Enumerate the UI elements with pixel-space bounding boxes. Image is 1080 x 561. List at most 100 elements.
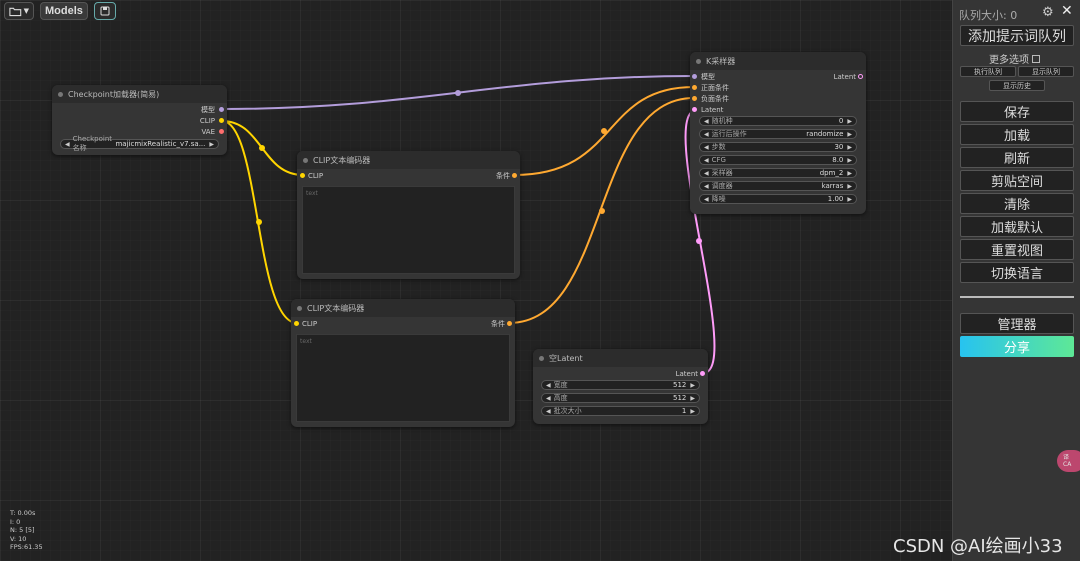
input-clip-socket[interactable] <box>300 173 305 178</box>
input-positive-socket[interactable] <box>692 85 697 90</box>
clipspace-button[interactable]: 剪贴空间 <box>960 170 1074 191</box>
decrement-arrow-icon[interactable]: ◀ <box>546 395 551 402</box>
stat-time: T: 0.00s <box>10 509 36 517</box>
save-workflow-button[interactable] <box>93 2 116 20</box>
decrement-arrow-icon[interactable]: ◀ <box>704 131 709 138</box>
workflow-menu-button[interactable]: ▼ <box>4 2 34 20</box>
batch-size-widget[interactable]: ◀ 批次大小 1 ▶ <box>541 406 700 416</box>
models-button[interactable]: Models <box>40 2 88 20</box>
widget-label: 调度器 <box>711 182 733 190</box>
load-button[interactable]: 加载 <box>960 124 1074 145</box>
reset-view-button[interactable]: 重置视图 <box>960 239 1074 260</box>
output-latent-socket[interactable] <box>700 371 705 376</box>
queue-actions-row: 执行队列 显示队列 <box>960 66 1074 77</box>
sampler-widget[interactable]: ◀ 采样器 dpm_2 ▶ <box>699 168 857 178</box>
prompt-textarea[interactable]: text <box>296 334 510 422</box>
empty-latent-node[interactable]: 空Latent Latent ◀ 宽度 512 ▶ ◀ 高度 512 ▶ ◀ 批… <box>533 349 708 424</box>
checkpoint-name-widget[interactable]: ◀ Checkpoint名称 majicmixRealistic_v7.sa..… <box>60 135 219 152</box>
show-queue-button[interactable]: 显示队列 <box>1018 66 1074 77</box>
decrement-arrow-icon[interactable]: ◀ <box>704 196 709 203</box>
decrement-arrow-icon[interactable]: ◀ <box>704 157 709 164</box>
output-conditioning-socket[interactable] <box>507 321 512 326</box>
increment-arrow-icon[interactable]: ▶ <box>847 157 852 164</box>
ksampler-node[interactable]: K采样器 模型 Latent 正面条件 负面条件 Latent ◀ 随机种 0 … <box>690 52 866 214</box>
node-title: CLIP文本编码器 <box>297 151 520 169</box>
control-after-generate-widget[interactable]: ◀ 运行后操作 randomize ▶ <box>699 129 857 139</box>
decrement-arrow-icon[interactable]: ◀ <box>704 144 709 151</box>
close-icon[interactable]: ✕ <box>1061 3 1073 19</box>
cfg-widget[interactable]: ◀ CFG 8.0 ▶ <box>699 155 857 165</box>
clip-text-encode-node-1[interactable]: CLIP文本编码器 CLIP 条件 text <box>297 151 520 279</box>
link-clip-1 <box>221 120 304 176</box>
input-clip-label: CLIP <box>308 172 324 180</box>
decrement-arrow-icon[interactable]: ◀ <box>704 183 709 190</box>
increment-arrow-icon[interactable]: ▶ <box>690 408 695 415</box>
decrement-arrow-icon[interactable]: ◀ <box>65 141 70 148</box>
increment-arrow-icon[interactable]: ▶ <box>847 196 852 203</box>
widget-value: karras <box>821 182 844 190</box>
input-latent-socket[interactable] <box>692 107 697 112</box>
more-options-checkbox[interactable] <box>1032 54 1040 63</box>
save-icon <box>100 6 110 16</box>
input-clip-label: CLIP <box>302 320 318 328</box>
increment-arrow-icon[interactable]: ▶ <box>690 395 695 402</box>
increment-arrow-icon[interactable]: ▶ <box>209 141 214 148</box>
output-clip-label: CLIP <box>199 117 215 125</box>
output-latent-socket[interactable] <box>858 74 863 79</box>
output-model-socket[interactable] <box>219 107 224 112</box>
steps-widget[interactable]: ◀ 步数 30 ▶ <box>699 142 857 152</box>
input-clip-socket[interactable] <box>294 321 299 326</box>
increment-arrow-icon[interactable]: ▶ <box>847 118 852 125</box>
widget-label: 采样器 <box>711 169 733 177</box>
link-negative <box>508 97 695 324</box>
input-negative-socket[interactable] <box>692 96 697 101</box>
decrement-arrow-icon[interactable]: ◀ <box>704 118 709 125</box>
prompt-textarea[interactable]: text <box>302 186 515 274</box>
refresh-button[interactable]: 刷新 <box>960 147 1074 168</box>
increment-arrow-icon[interactable]: ▶ <box>690 382 695 389</box>
share-button[interactable]: 分享 <box>960 336 1074 357</box>
more-options-toggle[interactable]: 更多选项 <box>989 51 1040 66</box>
increment-arrow-icon[interactable]: ▶ <box>847 144 852 151</box>
scheduler-widget[interactable]: ◀ 调度器 karras ▶ <box>699 181 857 191</box>
widget-value: 1.00 <box>827 195 844 203</box>
increment-arrow-icon[interactable]: ▶ <box>847 183 852 190</box>
stat-v: V: 10 <box>10 534 27 543</box>
checkpoint-loader-node[interactable]: Checkpoint加载器(简易) 模型 CLIP VAE ◀ Checkpoi… <box>52 85 227 155</box>
queue-panel: 队列大小: 0 ⚙ ✕ 添加提示词队列 更多选项 执行队列 显示队列 显示历史 … <box>952 0 1080 561</box>
translate-label: 译 CA <box>1063 454 1072 468</box>
seed-widget[interactable]: ◀ 随机种 0 ▶ <box>699 116 857 126</box>
input-positive-label: 正面条件 <box>701 84 729 92</box>
output-vae-socket[interactable] <box>219 129 224 134</box>
denoise-widget[interactable]: ◀ 降噪 1.00 ▶ <box>699 194 857 204</box>
clear-button[interactable]: 清除 <box>960 193 1074 214</box>
input-model-label: 模型 <box>701 73 715 81</box>
show-history-button[interactable]: 显示历史 <box>989 80 1045 91</box>
output-conditioning-label: 条件 <box>496 172 510 180</box>
increment-arrow-icon[interactable]: ▶ <box>847 170 852 177</box>
link-model <box>221 75 695 110</box>
input-model-socket[interactable] <box>692 74 697 79</box>
width-widget[interactable]: ◀ 宽度 512 ▶ <box>541 380 700 390</box>
switch-language-button[interactable]: 切换语言 <box>960 262 1074 283</box>
increment-arrow-icon[interactable]: ▶ <box>847 131 852 138</box>
clip-text-encode-node-2[interactable]: CLIP文本编码器 CLIP 条件 text <box>291 299 515 427</box>
gear-icon[interactable]: ⚙ <box>1042 5 1054 20</box>
height-widget[interactable]: ◀ 高度 512 ▶ <box>541 393 700 403</box>
link-positive <box>513 86 695 176</box>
save-button[interactable]: 保存 <box>960 101 1074 122</box>
widget-value: 30 <box>834 143 844 151</box>
widget-label: Checkpoint名称 <box>72 135 113 152</box>
queue-prompt-button[interactable]: 添加提示词队列 <box>960 25 1074 46</box>
output-clip-socket[interactable] <box>219 118 224 123</box>
widget-label: 宽度 <box>553 381 568 389</box>
decrement-arrow-icon[interactable]: ◀ <box>546 408 551 415</box>
link-negative-midpoint <box>599 208 605 214</box>
decrement-arrow-icon[interactable]: ◀ <box>704 170 709 177</box>
decrement-arrow-icon[interactable]: ◀ <box>546 382 551 389</box>
translate-icon[interactable]: 译 CA <box>1057 450 1080 472</box>
output-conditioning-socket[interactable] <box>512 173 517 178</box>
manager-button[interactable]: 管理器 <box>960 313 1074 334</box>
load-default-button[interactable]: 加载默认 <box>960 216 1074 237</box>
run-queue-button[interactable]: 执行队列 <box>960 66 1016 77</box>
